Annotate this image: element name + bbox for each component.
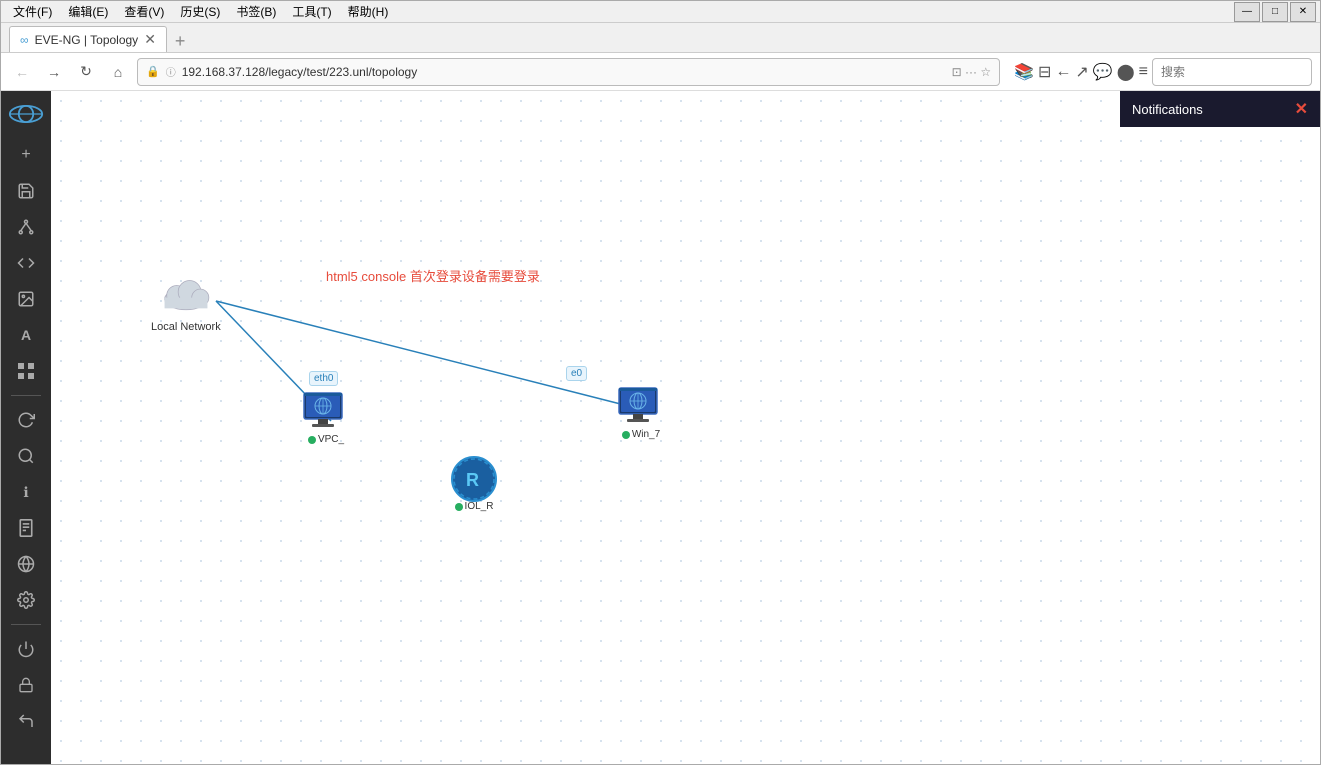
sidebar-text-button[interactable]: A: [8, 319, 44, 351]
sidebar-lock-button[interactable]: [8, 669, 44, 701]
back-nav-icon[interactable]: ←: [1055, 63, 1071, 81]
address-bar: ← → ↻ ⌂ 🔒 ⓘ 192.168.37.128/legacy/test/2…: [1, 53, 1320, 91]
menu-view[interactable]: 查看(V): [116, 1, 172, 22]
forward-button[interactable]: →: [41, 59, 67, 85]
menu-help[interactable]: 帮助(H): [340, 1, 397, 22]
sidebar-image-button[interactable]: [8, 283, 44, 315]
search-input[interactable]: [1152, 58, 1312, 86]
browser-tab[interactable]: ∞ EVE-NG | Topology ✕: [9, 26, 167, 52]
reload-button[interactable]: ↻: [73, 59, 99, 85]
menu-bar: 文件(F) 编辑(E) 查看(V) 历史(S) 书签(B) 工具(T) 帮助(H…: [1, 1, 1320, 23]
menu-bookmarks[interactable]: 书签(B): [228, 1, 284, 22]
sidebar: +: [1, 91, 51, 764]
chat-icon[interactable]: 💬: [1093, 62, 1113, 82]
node-local-network[interactable]: Local Network: [151, 273, 221, 333]
sidebar-save2-button[interactable]: [8, 512, 44, 544]
sidebar-info-button[interactable]: ℹ: [8, 476, 44, 508]
eve-ng-logo: [6, 99, 46, 129]
win7-status-dot: [622, 431, 630, 439]
sidebar-power-button[interactable]: [8, 633, 44, 665]
library-icon[interactable]: 📚: [1014, 62, 1034, 82]
close-button[interactable]: ✕: [1290, 2, 1316, 22]
sidebar-refresh-button[interactable]: [8, 404, 44, 436]
sidebar-grid-button[interactable]: [8, 355, 44, 387]
url-actions: ⊡ ··· ☆: [952, 65, 991, 79]
sidebar-divider-2: [11, 624, 41, 625]
iol-r-status-dot: [455, 503, 463, 511]
iol-r-status: IOL_R: [455, 501, 494, 512]
win7-port-label: e0: [566, 366, 587, 381]
sidebar-code-button[interactable]: [8, 247, 44, 279]
sidebar-back-button[interactable]: [8, 705, 44, 737]
node-iol-r[interactable]: R IOL_R: [449, 456, 499, 512]
main-area: +: [1, 91, 1320, 764]
vpc-status-dot: [308, 436, 316, 444]
vpc-node-icon: [301, 389, 351, 434]
vpc-port-label: eth0: [309, 371, 338, 386]
sidebar-add-button[interactable]: +: [8, 139, 44, 171]
tab-bar: ∞ EVE-NG | Topology ✕ +: [9, 23, 1312, 52]
notification-close-button[interactable]: ✕: [1295, 99, 1308, 119]
new-tab-button[interactable]: +: [175, 31, 186, 52]
vpc-status-label: VPC_: [318, 434, 344, 445]
cloud-node-icon: [161, 273, 211, 318]
lock-icon: 🔒: [146, 65, 160, 78]
notification-panel: Notifications ✕: [1120, 91, 1320, 127]
share-icon[interactable]: ↗: [1075, 62, 1088, 82]
minimize-button[interactable]: —: [1234, 2, 1260, 22]
win7-status: Win_7: [622, 429, 660, 440]
menu-file[interactable]: 文件(F): [5, 1, 60, 22]
vpc-status: VPC_: [308, 434, 344, 445]
svg-text:R: R: [466, 470, 479, 490]
node-vpc[interactable]: eth0: [301, 389, 351, 445]
title-bar: ∞ EVE-NG | Topology ✕ +: [1, 23, 1320, 53]
profile-icon[interactable]: ⬤: [1117, 62, 1135, 82]
notification-title: Notifications: [1132, 102, 1203, 117]
sidebar-search-button[interactable]: [8, 440, 44, 472]
home-button[interactable]: ⌂: [105, 59, 131, 85]
win7-node-icon: [616, 384, 666, 429]
notification-header: Notifications ✕: [1120, 91, 1320, 127]
sidebar-topology-button[interactable]: [8, 211, 44, 243]
iol-r-status-label: IOL_R: [465, 501, 494, 512]
reader-icon[interactable]: ⊟: [1038, 62, 1051, 82]
sidebar-settings-button[interactable]: [8, 584, 44, 616]
win7-status-label: Win_7: [632, 429, 660, 440]
url-box[interactable]: 🔒 ⓘ 192.168.37.128/legacy/test/223.unl/t…: [137, 58, 1000, 86]
iol-r-node-icon: R: [449, 456, 499, 501]
maximize-button[interactable]: □: [1262, 2, 1288, 22]
menu-dots-icon[interactable]: ≡: [1139, 63, 1148, 81]
topology-connections: [51, 91, 1320, 764]
url-text: 192.168.37.128/legacy/test/223.unl/topol…: [182, 65, 946, 79]
tab-title: EVE-NG | Topology: [35, 33, 139, 47]
sidebar-network-button[interactable]: [8, 548, 44, 580]
topology-canvas[interactable]: html5 console 首次登录设备需要登录 Local Network: [51, 91, 1320, 764]
os-window: 文件(F) 编辑(E) 查看(V) 历史(S) 书签(B) 工具(T) 帮助(H…: [0, 0, 1321, 765]
tab-favicon: ∞: [20, 33, 29, 47]
menu-edit[interactable]: 编辑(E): [60, 1, 116, 22]
node-win7[interactable]: e0 Win_7: [616, 384, 666, 440]
back-button[interactable]: ←: [9, 59, 35, 85]
local-network-label: Local Network: [151, 321, 221, 333]
notification-message: html5 console 首次登录设备需要登录: [326, 266, 540, 285]
tab-close-button[interactable]: ✕: [144, 31, 156, 48]
menu-history[interactable]: 历史(S): [172, 1, 228, 22]
url-indicator: ⓘ: [166, 64, 176, 79]
sidebar-save-button[interactable]: [8, 175, 44, 207]
menu-tools[interactable]: 工具(T): [284, 1, 339, 22]
sidebar-divider-1: [11, 395, 41, 396]
toolbar-right: 📚 ⊟ ← ↗ 💬 ⬤ ≡: [1014, 58, 1312, 86]
